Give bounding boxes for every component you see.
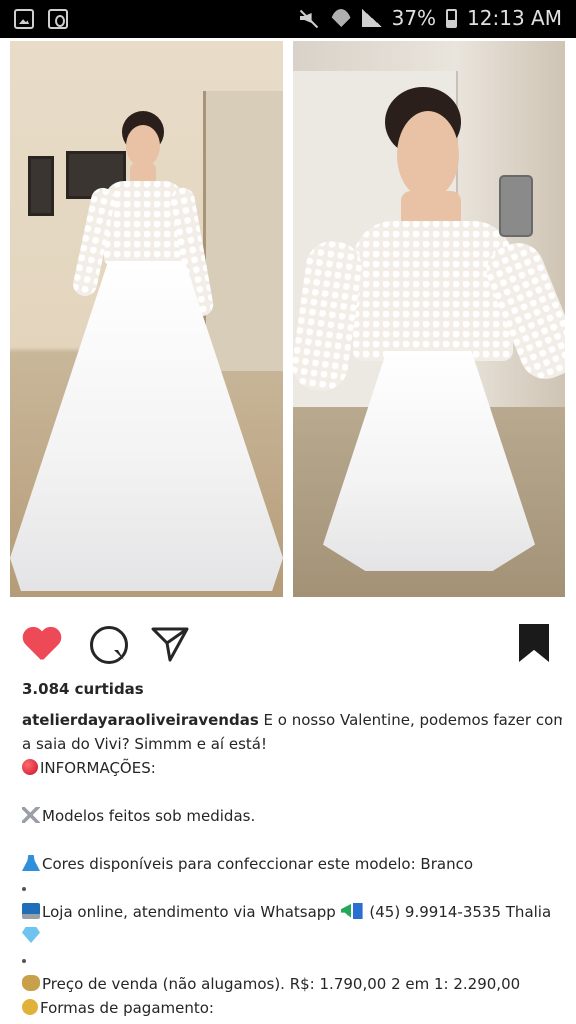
smartphone — [499, 175, 533, 237]
model-face — [126, 125, 160, 167]
caption-line: Loja online, atendimento via Whatsapp (4… — [22, 900, 562, 924]
signal-icon — [361, 9, 382, 27]
bullet-dot — [22, 958, 26, 963]
battery-icon — [446, 8, 458, 28]
bullet-dot — [22, 886, 26, 891]
gem-icon — [22, 927, 40, 943]
scissors-icon — [22, 807, 40, 823]
red-circle-icon — [22, 759, 38, 775]
post-image-carousel[interactable] — [0, 38, 576, 604]
caption-line: Cores disponíveis para confeccionar este… — [22, 852, 562, 876]
whatsapp-number: (45) 9.9914-3535 Thalia — [369, 903, 552, 921]
wifi-icon — [329, 9, 352, 27]
doorway — [203, 91, 283, 371]
post-photo-short-dress[interactable] — [293, 41, 565, 597]
likes-count[interactable]: 3.084 curtidas — [22, 680, 144, 698]
lace-bodice — [353, 221, 513, 361]
phone-arrow-icon — [340, 903, 363, 919]
caption-line: atelierdayaraoliveiravendas E o nosso Va… — [22, 711, 562, 729]
caption-line: Modelos feitos sob medidas. — [22, 804, 562, 828]
post-caption: atelierdayaraoliveiravendas E o nosso Va… — [22, 708, 562, 1020]
laptop-icon — [22, 903, 40, 919]
comment-icon[interactable] — [88, 624, 128, 664]
mute-icon — [298, 8, 320, 28]
caption-line — [22, 876, 562, 900]
like-heart-icon[interactable] — [22, 624, 62, 664]
post-photo-ballgown[interactable] — [10, 41, 283, 597]
status-bar: 37% 12:13 AM — [0, 0, 576, 38]
store-icon — [48, 9, 68, 29]
money-bag-icon — [22, 975, 40, 991]
caption-line: Formas de pagamento: — [22, 996, 562, 1020]
username-link[interactable]: atelierdayaraoliveiravendas — [22, 711, 259, 729]
gallery-icon — [14, 9, 34, 29]
caption-line: Preço de venda (não alugamos). R$: 1.790… — [22, 972, 562, 996]
wall-picture — [28, 156, 54, 216]
caption-line: INFORMAÇÕES: — [22, 756, 562, 780]
dress-icon — [22, 855, 40, 871]
bookmark-icon[interactable] — [517, 624, 549, 664]
clock: 12:13 AM — [467, 6, 562, 30]
caption-line — [22, 948, 562, 972]
post-action-bar — [0, 610, 576, 674]
share-direct-icon[interactable] — [150, 624, 190, 664]
caption-line — [22, 924, 562, 948]
battery-percent: 37% — [391, 6, 437, 30]
model-face — [397, 111, 459, 199]
dollar-icon — [22, 999, 38, 1015]
caption-line: a saia do Vivi? Simmm e aí está! — [22, 735, 267, 753]
